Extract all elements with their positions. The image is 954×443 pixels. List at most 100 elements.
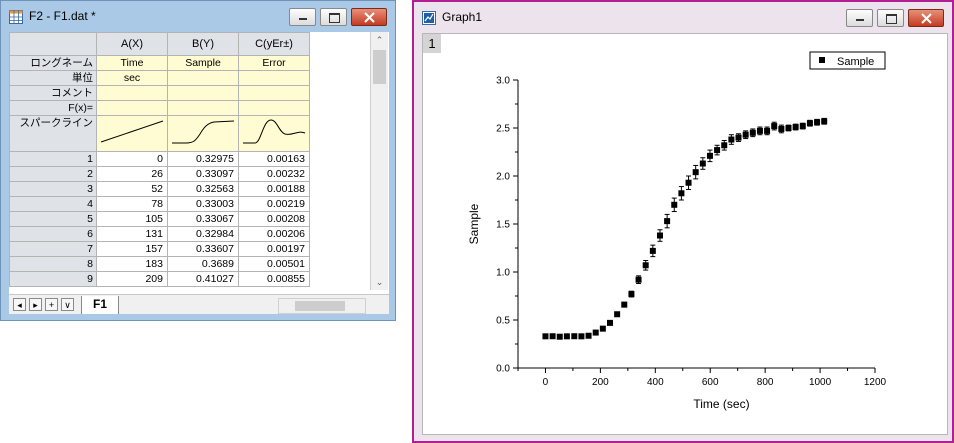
row-number[interactable]: 5 [9, 211, 97, 227]
comments-cell[interactable] [167, 85, 239, 101]
comments-cell[interactable] [238, 85, 310, 101]
data-cell-time[interactable]: 78 [96, 196, 168, 212]
sheet-list-button[interactable]: ∨ [61, 298, 74, 311]
y-axis-title: Sample [467, 203, 481, 244]
row-label-units[interactable]: 単位 [9, 70, 97, 86]
data-cell-sample[interactable]: 0.3689 [167, 256, 239, 272]
minimize-icon [856, 19, 864, 21]
formula-cell[interactable] [167, 100, 239, 116]
worksheet-titlebar[interactable]: F2 - F1.dat * [1, 1, 395, 31]
vertical-scroll-thumb[interactable] [373, 50, 386, 84]
vertical-scrollbar[interactable]: ⌃ ⌄ [370, 32, 388, 290]
data-point [578, 333, 585, 340]
data-point [614, 311, 621, 318]
column-header-b[interactable]: B(Y) [167, 32, 239, 56]
data-cell-sample[interactable]: 0.33067 [167, 211, 239, 227]
data-cell-time[interactable]: 131 [96, 226, 168, 242]
data-cell-time[interactable]: 183 [96, 256, 168, 272]
units-cell[interactable]: sec [96, 70, 168, 86]
units-cell[interactable] [167, 70, 239, 86]
data-cell-error[interactable]: 0.00163 [238, 151, 310, 167]
data-cell-time[interactable]: 157 [96, 241, 168, 257]
data-cell-sample[interactable]: 0.32984 [167, 226, 239, 242]
scroll-up-icon[interactable]: ⌃ [371, 32, 388, 48]
data-cell-sample[interactable]: 0.41027 [167, 271, 239, 287]
data-point [699, 160, 706, 167]
maximize-button[interactable] [320, 8, 347, 26]
data-point [714, 147, 721, 154]
plot-area[interactable]: 0 200 400 600 800 1000 1200 0.0 0.5 1.0 1.5 2.0 2.5 3… [423, 34, 947, 434]
close-icon [921, 13, 932, 24]
data-cell-sample[interactable]: 0.32563 [167, 181, 239, 197]
data-cell-time[interactable]: 209 [96, 271, 168, 287]
data-cell-error[interactable]: 0.00232 [238, 166, 310, 182]
sheet-tab-bar: ◂ ▸ + ∨ F1 [9, 294, 389, 314]
next-sheet-button[interactable]: ▸ [29, 298, 42, 311]
longname-cell[interactable]: Error [238, 55, 310, 71]
data-cell-sample[interactable]: 0.33607 [167, 241, 239, 257]
grid-corner[interactable] [9, 32, 97, 56]
worksheet-client[interactable]: A(X) B(Y) C(yEr±) ロングネーム Time Sample Err… [9, 32, 389, 314]
row-number[interactable]: 2 [9, 166, 97, 182]
data-cell-error[interactable]: 0.00219 [238, 196, 310, 212]
data-cell-error[interactable]: 0.00208 [238, 211, 310, 227]
column-header-a[interactable]: A(X) [96, 32, 168, 56]
sparkline-cell-a[interactable] [96, 115, 168, 152]
minimize-button[interactable] [846, 9, 873, 27]
data-point [649, 247, 656, 254]
longname-cell[interactable]: Sample [167, 55, 239, 71]
data-cell-error[interactable]: 0.00206 [238, 226, 310, 242]
row-number[interactable]: 4 [9, 196, 97, 212]
legend-label: Sample [837, 56, 874, 68]
sheet-tab-f1[interactable]: F1 [81, 296, 119, 314]
add-sheet-button[interactable]: + [45, 298, 58, 311]
maximize-button[interactable] [877, 9, 904, 27]
row-number[interactable]: 9 [9, 271, 97, 287]
data-cell-time[interactable]: 52 [96, 181, 168, 197]
row-label-comments[interactable]: コメント [9, 85, 97, 101]
data-cell-error[interactable]: 0.00188 [238, 181, 310, 197]
formula-cell[interactable] [96, 100, 168, 116]
graph-window[interactable]: Graph1 1 0 200 400 600 800 1000 1200 0.0 0.5 1.0 1… [412, 0, 954, 443]
data-point [635, 276, 642, 283]
data-point [821, 118, 828, 125]
row-number[interactable]: 3 [9, 181, 97, 197]
data-cell-error[interactable]: 0.00855 [238, 271, 310, 287]
first-sheet-button[interactable]: ◂ [13, 298, 26, 311]
formula-cell[interactable] [238, 100, 310, 116]
units-cell[interactable] [238, 70, 310, 86]
row-label-sparklines[interactable]: スパークライン [9, 115, 97, 152]
worksheet-window[interactable]: F2 - F1.dat * A(X) B(Y) C(yEr±) ロングネーム T… [0, 0, 396, 321]
row-label-longname[interactable]: ロングネーム [9, 55, 97, 71]
data-point [706, 152, 713, 159]
row-number[interactable]: 1 [9, 151, 97, 167]
row-number[interactable]: 6 [9, 226, 97, 242]
horizontal-scrollbar[interactable] [278, 298, 366, 314]
row-number[interactable]: 7 [9, 241, 97, 257]
data-cell-sample[interactable]: 0.33097 [167, 166, 239, 182]
sparkline-cell-b[interactable] [167, 115, 239, 152]
horizontal-scroll-thumb[interactable] [295, 301, 345, 311]
longname-cell[interactable]: Time [96, 55, 168, 71]
graph-page[interactable]: 1 0 200 400 600 800 1000 1200 0.0 0.5 1.0 1.5 2.0 2.… [422, 33, 948, 435]
data-cell-error[interactable]: 0.00197 [238, 241, 310, 257]
data-cell-sample[interactable]: 0.33003 [167, 196, 239, 212]
close-button[interactable] [908, 9, 944, 27]
data-cell-time[interactable]: 0 [96, 151, 168, 167]
comments-cell[interactable] [96, 85, 168, 101]
worksheet-grid[interactable]: A(X) B(Y) C(yEr±) ロングネーム Time Sample Err… [9, 32, 310, 287]
data-cell-time[interactable]: 26 [96, 166, 168, 182]
data-point [749, 129, 756, 136]
data-cell-error[interactable]: 0.00501 [238, 256, 310, 272]
graph-titlebar[interactable]: Graph1 [414, 2, 952, 32]
graph-title: Graph1 [442, 10, 483, 24]
minimize-button[interactable] [289, 8, 316, 26]
data-cell-sample[interactable]: 0.32975 [167, 151, 239, 167]
sparkline-cell-c[interactable] [238, 115, 310, 152]
column-header-c[interactable]: C(yEr±) [238, 32, 310, 56]
data-cell-time[interactable]: 105 [96, 211, 168, 227]
scroll-down-icon[interactable]: ⌄ [371, 274, 388, 290]
close-button[interactable] [351, 8, 387, 26]
row-label-formula[interactable]: F(x)= [9, 100, 97, 116]
row-number[interactable]: 8 [9, 256, 97, 272]
